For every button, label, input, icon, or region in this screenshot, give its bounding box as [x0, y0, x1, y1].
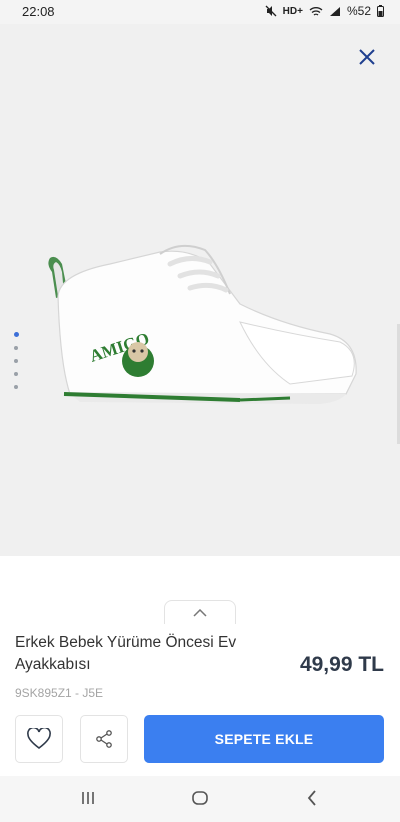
add-to-cart-button[interactable]: SEPETE EKLE: [144, 715, 384, 763]
battery-label: %52: [346, 4, 371, 18]
recent-apps-icon: [82, 792, 94, 804]
pager-dot[interactable]: [14, 359, 18, 363]
product-sku: 9SK895Z1 - J5E: [15, 686, 104, 700]
mute-icon: [265, 5, 277, 17]
product-price: 49,99 TL: [299, 653, 384, 676]
share-button[interactable]: [80, 715, 128, 763]
gallery-pager: [14, 332, 19, 389]
signal-icon: [329, 6, 340, 16]
home-button[interactable]: [185, 786, 215, 810]
product-image: AMIGO: [48, 244, 357, 404]
pager-dot[interactable]: [14, 346, 18, 350]
pager-dot[interactable]: [14, 372, 18, 376]
pager-dot-active[interactable]: [14, 332, 19, 337]
status-time: 22:08: [22, 4, 55, 19]
product-image-gallery[interactable]: AMIGO: [0, 24, 400, 556]
network-label: HD+: [282, 5, 303, 17]
product-title: Erkek Bebek Yürüme Öncesi Ev Ayakkabısı: [15, 634, 237, 673]
heart-icon: [27, 728, 51, 750]
status-icons: HD+ %52: [265, 4, 384, 18]
close-icon: [359, 49, 375, 65]
share-icon: [96, 730, 112, 748]
expand-details-button[interactable]: [164, 600, 236, 624]
recent-apps-button[interactable]: [73, 786, 103, 810]
battery-icon: [377, 5, 384, 17]
back-icon: [307, 790, 316, 806]
home-icon: [192, 791, 208, 805]
chevron-up-icon: [193, 608, 207, 617]
close-button[interactable]: [356, 46, 378, 68]
wifi-icon: [309, 6, 323, 16]
system-nav-bar: [0, 776, 400, 822]
favorite-button[interactable]: [15, 715, 63, 763]
status-bar: 22:08 HD+ %52: [0, 0, 400, 24]
back-button[interactable]: [297, 786, 327, 810]
pager-dot[interactable]: [14, 385, 18, 389]
